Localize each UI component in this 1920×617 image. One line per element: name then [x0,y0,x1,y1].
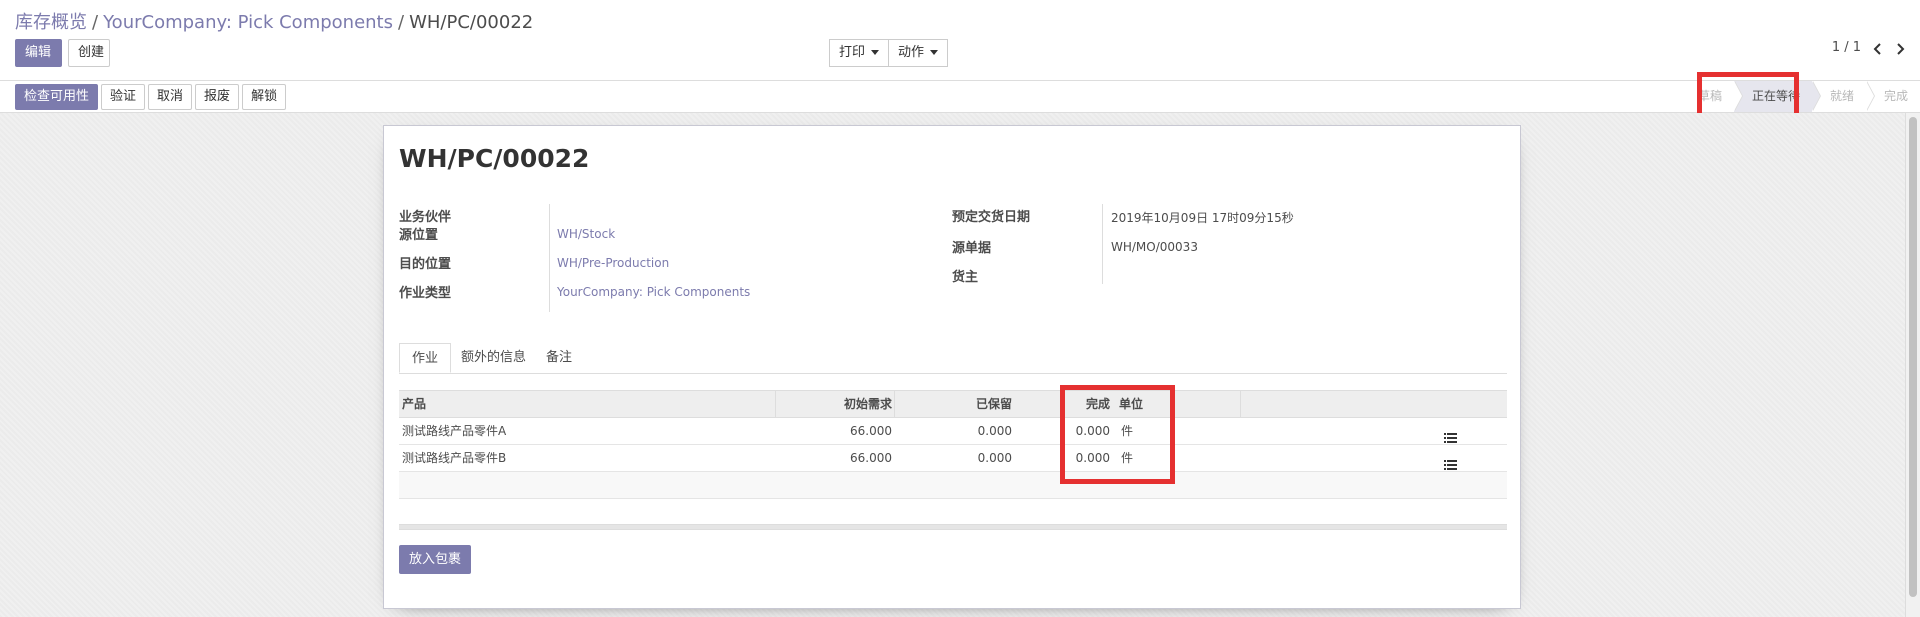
done-cell: 0.000 [1075,424,1110,438]
table-footer [399,524,1507,530]
sidebar-dropdowns: 打印 动作 [829,39,949,67]
header-done[interactable]: 完成 [1086,391,1110,417]
scheduled-date-value: 2019年10月09日 17时09分15秒 [1111,211,1294,225]
tab-additional-info[interactable]: 额外的信息 [449,343,538,373]
pager: 1 / 1 [1832,40,1905,55]
stage-waiting[interactable]: 正在等待 [1733,81,1821,112]
unlock-button[interactable]: 解锁 [242,84,287,110]
done-cell: 0.000 [1075,451,1110,465]
print-label: 打印 [839,45,866,60]
product-cell: 测试路线产品零件B [402,451,507,465]
breadcrumb-separator: / [92,12,99,33]
source-document-label: 源单据 [952,241,992,256]
source-location-label: 源位置 [399,228,439,243]
scrap-button[interactable]: 报废 [195,84,240,110]
dest-location-label: 目的位置 [399,257,452,272]
cancel-button[interactable]: 取消 [148,84,193,110]
check-availability-button[interactable]: 检查可用性 [15,84,99,110]
scrollbar[interactable] [1905,113,1920,617]
pager-value[interactable]: 1 / 1 [1832,40,1861,55]
owner-label: 货主 [952,270,979,285]
column-divider [1240,391,1241,417]
control-panel: 库存概览 / YourCompany: Pick Components / WH/PC/… [0,0,1920,80]
action-dropdown[interactable]: 动作 [889,39,949,67]
partner-label: 业务伙伴 [399,210,452,225]
field-divider [549,204,550,312]
print-dropdown[interactable]: 打印 [829,39,890,67]
table-empty-row [399,472,1507,499]
header-initial-demand[interactable]: 初始需求 [844,391,892,417]
action-label: 动作 [898,45,925,60]
form-sheet: WH/PC/00022 业务伙伴 源位置 WH/Stock 目的位置 WH/Pr… [383,125,1521,609]
chevron-right-icon[interactable] [1895,42,1905,55]
stage-pipeline: 草稿 正在等待 就绪 完成 [1679,81,1920,112]
form-statusbar: 检查可用性 验证 取消 报废 解锁 草稿 正在等待 就绪 完成 [0,80,1920,113]
table-row[interactable]: 测试路线产品零件B 66.000 0.000 0.000 件 [399,445,1507,472]
initial-demand-cell: 66.000 [850,451,892,465]
header-product[interactable]: 产品 [402,391,426,417]
operation-type-value[interactable]: YourCompany: Pick Components [557,285,750,299]
put-in-pack-button[interactable]: 放入包裹 [399,545,472,574]
stage-draft[interactable]: 草稿 [1679,81,1743,112]
operation-type-label: 作业类型 [399,286,452,301]
table-header: 产品 初始需求 已保留 完成 单位 [399,390,1507,418]
edit-button[interactable]: 编辑 [15,39,62,67]
caret-down-icon [930,50,939,55]
table-row[interactable]: 测试路线产品零件A 66.000 0.000 0.000 件 [399,418,1507,445]
uom-cell: 件 [1121,424,1134,438]
chevron-left-icon[interactable] [1873,42,1883,55]
notebook-tabs: 作业 额外的信息 备注 [399,343,1507,374]
source-document-value: WH/MO/00033 [1111,240,1198,254]
breadcrumb-separator: / [398,12,405,33]
breadcrumb-inventory-overview[interactable]: 库存概览 [15,12,87,33]
tab-operations[interactable]: 作业 [399,343,452,373]
create-button[interactable]: 创建 [68,39,110,67]
column-divider [894,391,895,417]
status-action-buttons: 检查可用性 验证 取消 报废 解锁 [15,84,287,110]
scheduled-date-label: 预定交货日期 [952,210,1031,225]
reserved-cell: 0.000 [977,424,1012,438]
column-divider [775,391,776,417]
source-location-value[interactable]: WH/Stock [557,227,615,241]
scrollbar-thumb[interactable] [1909,117,1917,597]
breadcrumb-current: WH/PC/00022 [409,12,534,33]
initial-demand-cell: 66.000 [850,424,892,438]
caret-down-icon [871,50,880,55]
field-divider [1102,204,1103,284]
breadcrumb: 库存概览 / YourCompany: Pick Components / WH/PC/… [15,8,533,34]
reserved-cell: 0.000 [977,451,1012,465]
header-uom[interactable]: 单位 [1119,391,1143,417]
dest-location-value[interactable]: WH/Pre-Production [557,256,669,270]
breadcrumb-pick-components[interactable]: YourCompany: Pick Components [103,12,393,33]
tab-notes[interactable]: 备注 [534,343,584,373]
product-cell: 测试路线产品零件A [402,424,507,438]
uom-cell: 件 [1121,451,1134,465]
validate-button[interactable]: 验证 [101,84,146,110]
page-title: WH/PC/00022 [399,144,590,173]
header-reserved[interactable]: 已保留 [976,391,1012,417]
